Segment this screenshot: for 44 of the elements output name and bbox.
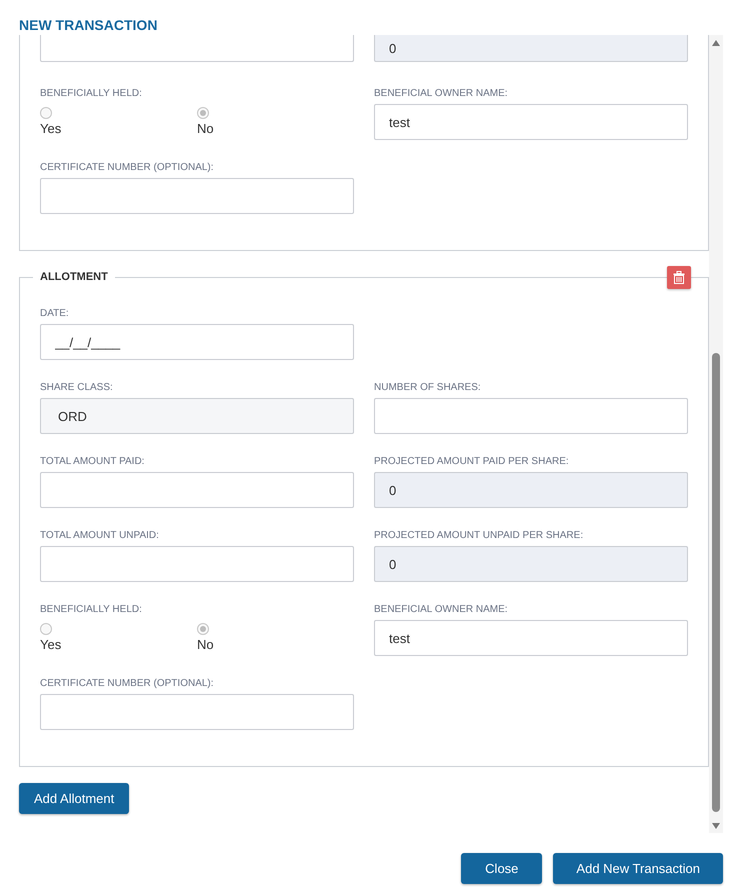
radio-button[interactable] (40, 107, 52, 119)
field-label: DATE: (40, 308, 70, 320)
input-field[interactable] (40, 472, 354, 508)
input-field[interactable] (40, 35, 354, 62)
field-label: TOTAL AMOUNT UNPAID: (40, 530, 160, 542)
scroll-down-icon[interactable] (711, 822, 721, 830)
field-label: BENEFICIALLY HELD: (40, 88, 143, 100)
scroll-up-icon[interactable] (711, 39, 721, 47)
radio-button[interactable] (197, 623, 209, 635)
add-transaction-button[interactable]: Add New Transaction (553, 853, 723, 884)
radio-button[interactable] (197, 107, 209, 119)
input-field[interactable]: 0 (374, 35, 688, 62)
input-field[interactable]: ORD (40, 398, 354, 434)
field-label: TOTAL AMOUNT PAID: (40, 456, 146, 468)
field-label: NUMBER OF SHARES: (374, 382, 482, 394)
trash-icon (673, 271, 685, 284)
input-field[interactable] (40, 694, 354, 730)
radio-label: No (197, 637, 214, 653)
input-field[interactable] (374, 398, 688, 434)
scrollbar-thumb[interactable] (712, 353, 720, 812)
input-field[interactable] (40, 546, 354, 582)
close-button[interactable]: Close (461, 853, 542, 884)
scrollbar[interactable] (709, 35, 723, 833)
field-label: SHARE CLASS: (40, 382, 114, 394)
input-field[interactable]: test (374, 620, 688, 656)
delete-button[interactable] (667, 266, 691, 289)
dialog-title: NEW TRANSACTION (18, 16, 158, 35)
field-label: BENEFICIAL OWNER NAME: (374, 88, 509, 100)
input-field[interactable]: 0 (374, 472, 688, 508)
radio-label: Yes (40, 121, 62, 137)
input-field[interactable] (40, 178, 354, 214)
field-label: BENEFICIALLY HELD: (40, 604, 143, 616)
field-label: PROJECTED AMOUNT UNPAID PER SHARE: (374, 530, 584, 542)
field-label: CERTIFICATE NUMBER (OPTIONAL): (40, 162, 215, 174)
radio-button[interactable] (40, 623, 52, 635)
radio-label: No (197, 121, 214, 137)
radio-label: Yes (40, 637, 62, 653)
field-label: BENEFICIAL OWNER NAME: (374, 604, 509, 616)
add-allotment-button[interactable]: Add Allotment (19, 783, 130, 814)
field-label: CERTIFICATE NUMBER (OPTIONAL): (40, 678, 215, 690)
field-label: PROJECTED AMOUNT PAID PER SHARE: (374, 456, 570, 468)
input-field[interactable]: __/__/____ (40, 324, 354, 360)
input-field[interactable]: 0 (374, 546, 688, 582)
input-field[interactable]: test (374, 104, 688, 140)
